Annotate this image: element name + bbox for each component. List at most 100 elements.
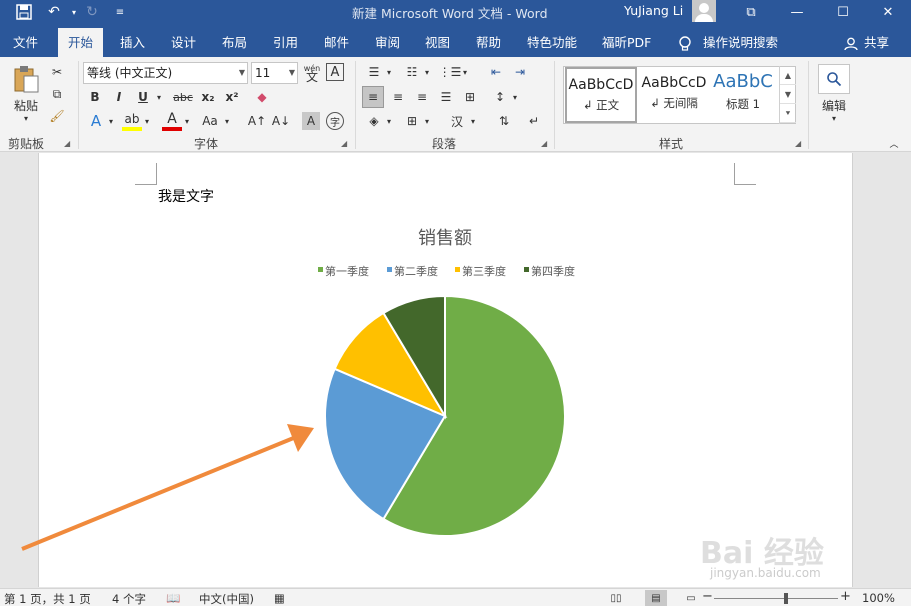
shrink-font-button[interactable]: A↓ <box>270 111 292 131</box>
text-effects-dropdown-icon[interactable]: ▾ <box>106 115 116 127</box>
styles-launcher-icon[interactable]: ◢ <box>795 139 801 148</box>
format-painter-icon[interactable]: 🖌 <box>48 107 66 125</box>
tab-help[interactable]: 帮助 <box>476 28 501 57</box>
language[interactable]: 中文(中国) <box>199 591 254 606</box>
change-case-button[interactable]: Aa <box>198 111 222 131</box>
tab-layout[interactable]: 布局 <box>222 28 247 57</box>
search-icon[interactable] <box>818 64 850 94</box>
tab-home[interactable]: 开始 <box>58 28 104 57</box>
editing-dropdown-icon[interactable]: ▾ <box>828 113 840 123</box>
style-normal[interactable]: AaBbCcD ↲ 正文 <box>565 67 637 123</box>
enclose-char-button[interactable]: 字 <box>326 112 344 130</box>
document-text[interactable]: 我是文字 <box>158 186 214 206</box>
zoom-slider[interactable] <box>714 598 838 599</box>
tab-file[interactable]: 文件 <box>13 28 38 57</box>
style-heading-1[interactable]: AaBbC 标题 1 <box>707 67 779 123</box>
bullets-dropdown-icon[interactable]: ▾ <box>384 66 394 78</box>
zoom-slider-thumb[interactable] <box>784 593 788 604</box>
undo-icon[interactable]: ↶ <box>44 2 64 22</box>
tab-mailings[interactable]: 邮件 <box>324 28 349 57</box>
styles-up-icon[interactable]: ▲ <box>780 66 796 85</box>
underline-button[interactable]: U <box>134 88 152 106</box>
shading-dropdown-icon[interactable]: ▾ <box>384 115 394 127</box>
grow-font-button[interactable]: A↑ <box>246 111 268 131</box>
decrease-indent-icon[interactable]: ⇤ <box>486 62 506 82</box>
word-count[interactable]: 4 个字 <box>112 591 146 606</box>
change-case-dropdown-icon[interactable]: ▾ <box>222 115 232 127</box>
share-icon[interactable] <box>844 28 858 57</box>
tab-view[interactable]: 视图 <box>425 28 450 57</box>
tab-references[interactable]: 引用 <box>273 28 298 57</box>
distributed-icon[interactable]: ⊞ <box>460 86 480 108</box>
zoom-level[interactable]: 100% <box>862 591 895 605</box>
numbering-icon[interactable]: ☷ <box>402 62 422 82</box>
copy-icon[interactable]: ⧉ <box>48 85 66 103</box>
highlight-icon[interactable]: ab <box>122 111 142 131</box>
phonetic-guide-icon[interactable]: wén 文 <box>302 62 322 84</box>
line-spacing-icon[interactable]: ↕ <box>490 86 510 108</box>
font-name-select[interactable]: 等线 (中文正文) ▼ <box>83 62 248 84</box>
underline-dropdown-icon[interactable]: ▾ <box>154 90 164 104</box>
numbering-dropdown-icon[interactable]: ▾ <box>422 66 432 78</box>
web-layout-icon[interactable]: ▭ <box>680 590 702 606</box>
ribbon-display-options-icon[interactable]: ⧉ <box>728 0 774 24</box>
increase-indent-icon[interactable]: ⇥ <box>510 62 530 82</box>
borders-icon[interactable]: ⊞ <box>402 111 422 131</box>
font-color-button[interactable]: A <box>162 111 182 131</box>
clear-formatting-icon[interactable]: ◆ <box>252 87 272 107</box>
line-spacing-dropdown-icon[interactable]: ▾ <box>510 91 520 103</box>
paragraph-launcher-icon[interactable]: ◢ <box>541 139 547 148</box>
char-shading-button[interactable]: A <box>302 112 320 130</box>
save-icon[interactable] <box>14 2 34 22</box>
tab-foxit-pdf[interactable]: 福昕PDF <box>602 28 651 57</box>
align-right-icon[interactable]: ≡ <box>412 86 432 108</box>
chinese-layout-dropdown-icon[interactable]: ▾ <box>468 115 478 127</box>
vertical-scrollbar[interactable] <box>853 153 911 587</box>
redo-icon[interactable]: ↻ <box>82 2 102 22</box>
multilevel-dropdown-icon[interactable]: ▾ <box>460 66 470 78</box>
maximize-button[interactable]: ☐ <box>820 0 866 24</box>
undo-dropdown-icon[interactable]: ▾ <box>64 2 84 22</box>
zoom-out-icon[interactable]: − <box>702 589 713 604</box>
chinese-layout-icon[interactable]: 汉 <box>446 111 468 131</box>
paste-button[interactable]: 粘贴 <box>12 97 40 113</box>
tab-design[interactable]: 设计 <box>171 28 196 57</box>
align-left-icon[interactable]: ≡ <box>362 86 384 108</box>
minimize-button[interactable]: — <box>774 0 820 24</box>
bullets-icon[interactable]: ☰ <box>364 62 384 82</box>
char-border-icon[interactable]: A <box>326 63 344 81</box>
lightbulb-icon[interactable] <box>678 28 692 57</box>
subscript-button[interactable]: x₂ <box>198 88 218 106</box>
paste-dropdown-icon[interactable]: ▾ <box>20 113 32 123</box>
multilevel-list-icon[interactable]: ⋮☰ <box>439 62 462 82</box>
highlight-dropdown-icon[interactable]: ▾ <box>142 115 152 127</box>
justify-icon[interactable]: ☰ <box>436 86 456 108</box>
tab-insert[interactable]: 插入 <box>120 28 145 57</box>
proofing-icon[interactable]: 📖 <box>166 591 180 605</box>
customize-quick-access-icon[interactable]: ≡ <box>110 2 130 22</box>
collapse-ribbon-icon[interactable]: ︿ <box>887 137 901 150</box>
styles-more-icon[interactable]: ⯆ <box>780 104 796 123</box>
tab-special-features[interactable]: 特色功能 <box>527 28 577 57</box>
tab-review[interactable]: 审阅 <box>375 28 400 57</box>
style-no-spacing[interactable]: AaBbCcD ↲ 无间隔 <box>638 67 710 123</box>
cut-icon[interactable]: ✂ <box>48 63 66 81</box>
styles-down-icon[interactable]: ▼ <box>780 85 796 104</box>
close-button[interactable]: ✕ <box>865 0 911 24</box>
font-size-select[interactable]: 11 ▼ <box>251 62 298 84</box>
font-color-dropdown-icon[interactable]: ▾ <box>182 115 192 127</box>
macro-icon[interactable]: ▦ <box>274 591 285 605</box>
sort-icon[interactable]: ⇅ <box>494 111 514 131</box>
borders-dropdown-icon[interactable]: ▾ <box>422 115 432 127</box>
shading-icon[interactable]: ◈ <box>364 111 384 131</box>
avatar[interactable] <box>692 0 716 22</box>
text-effects-button[interactable]: A <box>86 111 106 131</box>
user-name[interactable]: YuJiang Li <box>624 3 683 18</box>
zoom-in-icon[interactable]: + <box>840 589 851 604</box>
show-marks-icon[interactable]: ↵ <box>524 111 544 131</box>
share-button[interactable]: 共享 <box>864 28 889 57</box>
clipboard-launcher-icon[interactable]: ◢ <box>64 139 70 148</box>
superscript-button[interactable]: x² <box>222 88 242 106</box>
page[interactable]: 我是文字 <box>38 153 853 587</box>
italic-button[interactable]: I <box>110 88 128 106</box>
